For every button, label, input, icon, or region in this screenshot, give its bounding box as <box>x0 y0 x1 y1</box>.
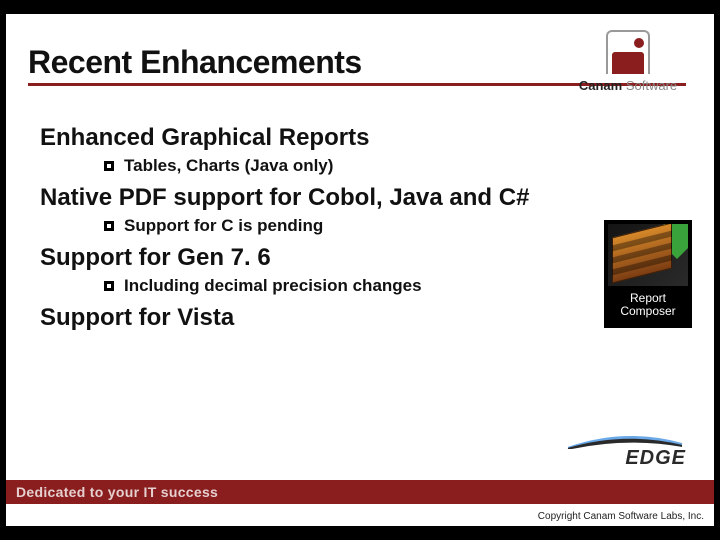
square-bullet-icon <box>104 221 114 231</box>
canam-logo: Canam Software <box>568 30 688 93</box>
canam-logo-text: Canam Software <box>568 78 688 93</box>
section-heading: Support for Gen 7. 6 <box>40 244 698 272</box>
report-composer-icon <box>608 224 688 286</box>
copyright-text: Copyright Canam Software Labs, Inc. <box>538 511 704 522</box>
section-heading: Native PDF support for Cobol, Java and C… <box>40 184 698 212</box>
edge-logo-text: EDGE <box>566 447 686 470</box>
report-composer-label-2: Composer <box>608 305 688 318</box>
slide-header: Recent Enhancements Canam Software <box>6 14 714 102</box>
edge-logo: EDGE <box>566 433 686 470</box>
section-heading: Support for Vista <box>40 304 698 332</box>
footer-tagline: Dedicated to your IT success <box>16 484 218 500</box>
slide-body: Enhanced Graphical Reports Tables, Chart… <box>6 102 714 332</box>
bullet-text: Support for C is pending <box>124 216 323 236</box>
square-bullet-icon <box>104 281 114 291</box>
report-composer-box: Report Composer <box>604 220 692 328</box>
footer-bar: Dedicated to your IT success <box>6 480 714 504</box>
bullet-text: Tables, Charts (Java only) <box>124 156 333 176</box>
section-heading: Enhanced Graphical Reports <box>40 124 698 152</box>
canam-logo-icon <box>606 30 650 74</box>
bullet-item: Tables, Charts (Java only) <box>104 156 698 176</box>
bullet-text: Including decimal precision changes <box>124 276 422 296</box>
square-bullet-icon <box>104 161 114 171</box>
slide: Recent Enhancements Canam Software Enhan… <box>6 14 714 526</box>
